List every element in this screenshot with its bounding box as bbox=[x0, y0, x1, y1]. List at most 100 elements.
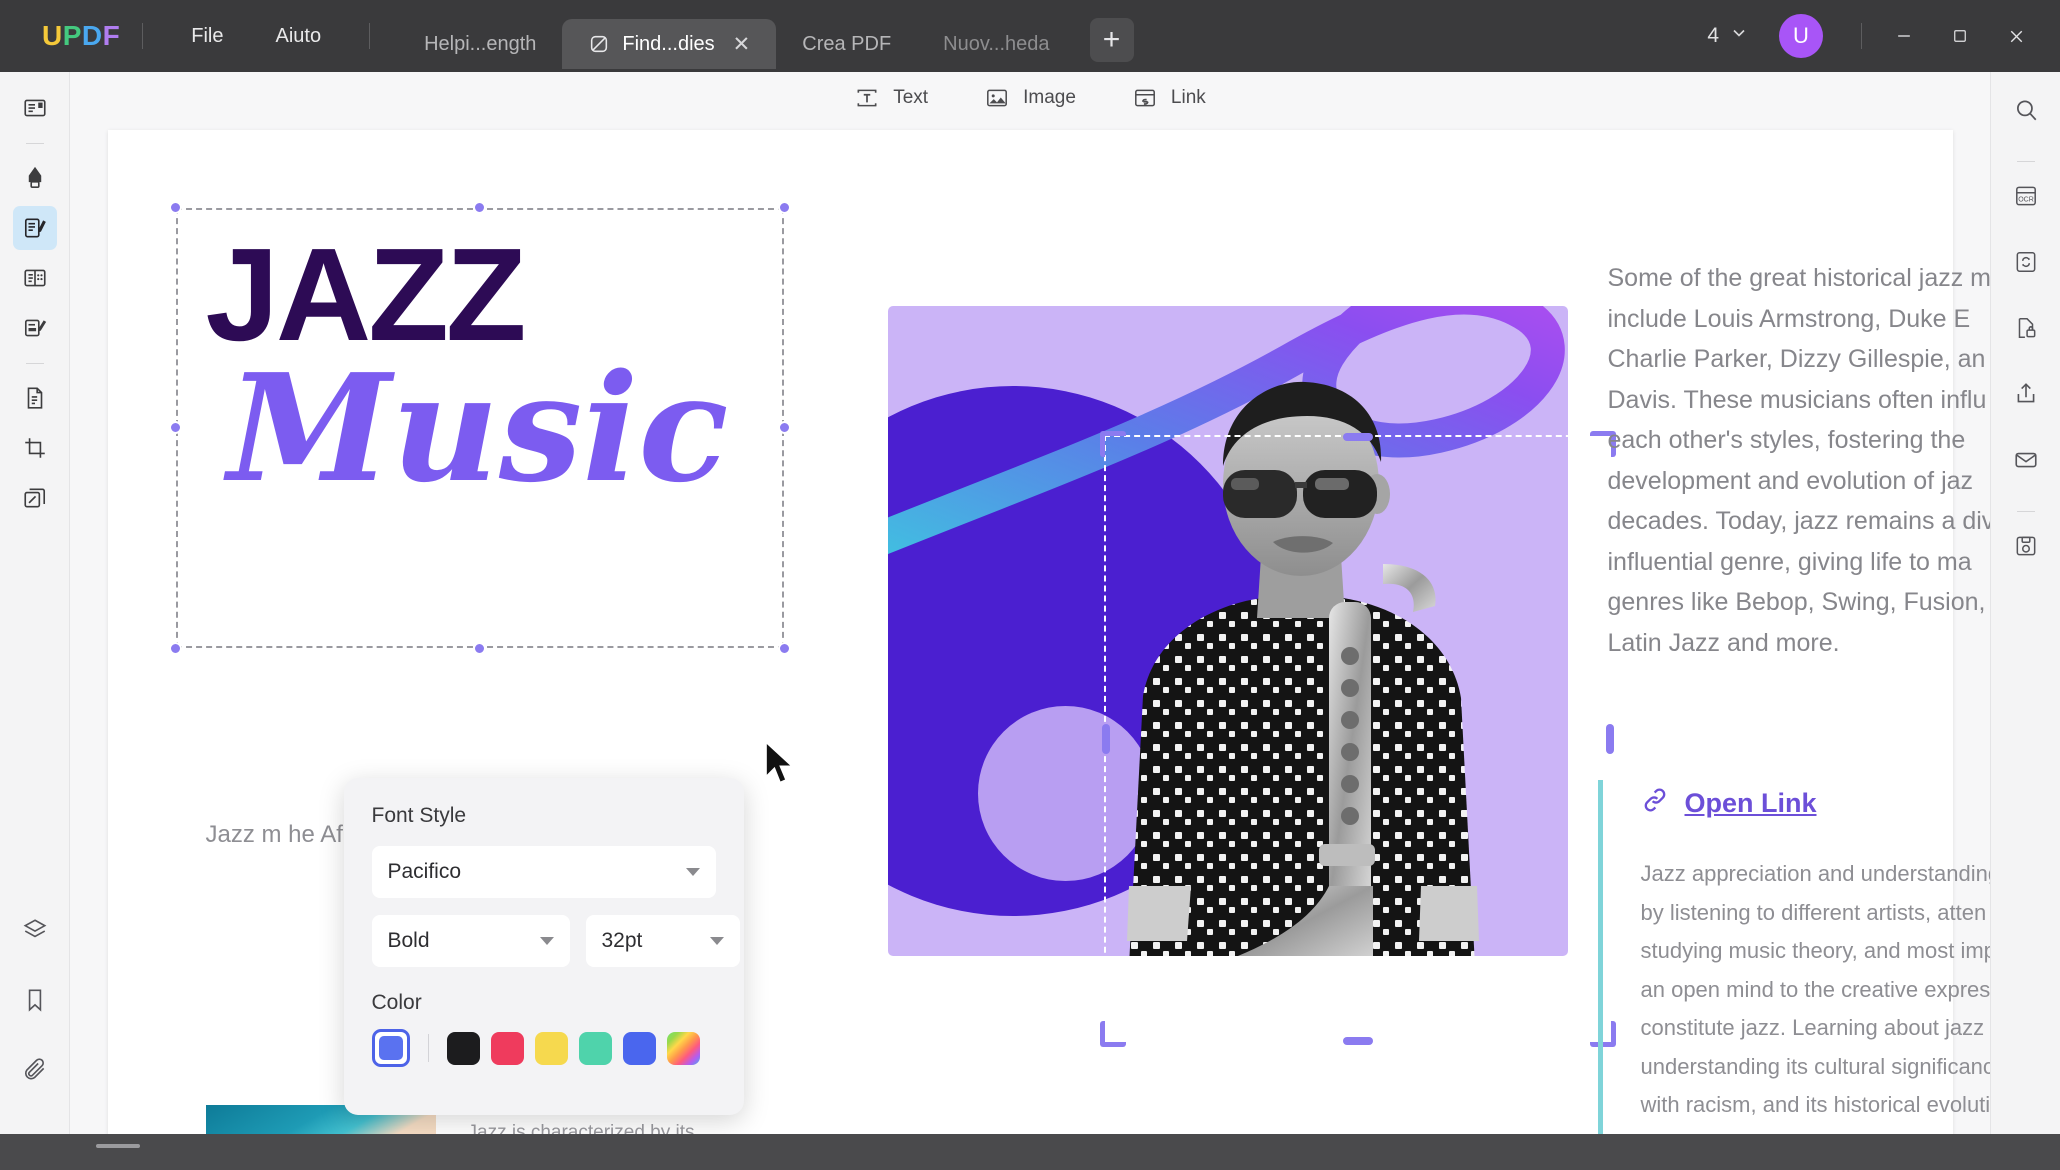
logo-letter-p: P bbox=[62, 20, 82, 51]
body-paragraph-right-2: Jazz appreciation and understanding by l… bbox=[1640, 861, 1991, 1134]
sidebar-item-highlighter[interactable] bbox=[13, 156, 57, 200]
close-button[interactable] bbox=[1988, 8, 2044, 64]
body-paragraph-right: Some of the great historical jazz m incl… bbox=[1607, 264, 1991, 657]
sidebar-item-crop-page[interactable] bbox=[13, 426, 57, 470]
resize-handle-bottom[interactable] bbox=[1342, 1037, 1373, 1045]
tool-text-label: Text bbox=[893, 87, 929, 108]
document-area: Text Image Link JAZZ Music Jazz m he Jaz… bbox=[70, 72, 1990, 1134]
text-handle-top-right[interactable] bbox=[777, 201, 791, 214]
ocr-button[interactable]: OCR bbox=[2004, 174, 2048, 218]
color-swatch-red[interactable] bbox=[490, 1031, 524, 1065]
tab-nuova-scheda[interactable]: Nuov...heda bbox=[917, 19, 1075, 69]
main-body: Text Image Link JAZZ Music Jazz m he Jaz… bbox=[0, 72, 2060, 1134]
current-color-swatch[interactable] bbox=[371, 1029, 410, 1067]
rail-divider-1 bbox=[25, 143, 44, 144]
search-button[interactable] bbox=[2004, 88, 2048, 132]
minimize-button[interactable] bbox=[1876, 8, 1932, 64]
user-avatar[interactable]: U bbox=[1779, 14, 1823, 58]
sidebar-item-page-edit[interactable] bbox=[13, 376, 57, 420]
open-link-label: Open Link bbox=[1684, 788, 1817, 818]
font-style-popup[interactable]: Font Style Pacifico Bold 32pt Color bbox=[343, 778, 744, 1115]
font-family-value: Pacifico bbox=[387, 860, 462, 883]
tab-crea-pdf[interactable]: Crea PDF bbox=[776, 19, 917, 69]
text-handle-top[interactable] bbox=[472, 201, 486, 214]
color-heading: Color bbox=[371, 991, 422, 1014]
tool-link[interactable]: Link bbox=[1132, 85, 1206, 111]
tab-helping-length[interactable]: Helpi...ength bbox=[398, 19, 562, 69]
share-button[interactable] bbox=[2004, 372, 2048, 416]
avatar-initial: U bbox=[1793, 23, 1809, 48]
title-bar: U P D F File Aiuto Helpi...ength Find...… bbox=[0, 0, 2060, 72]
logo-letter-u: U bbox=[42, 20, 63, 51]
tab-label: Nuov...heda bbox=[943, 32, 1050, 55]
convert-pdf-button[interactable] bbox=[2004, 240, 2048, 284]
text-handle-right[interactable] bbox=[777, 421, 791, 434]
font-size-value: 32pt bbox=[601, 929, 643, 952]
color-swatch-blue[interactable] bbox=[622, 1031, 656, 1065]
right-toolbar: OCR bbox=[1990, 72, 2060, 1134]
link-chain-icon bbox=[1641, 786, 1669, 821]
maximize-button[interactable] bbox=[1932, 8, 1988, 64]
bottom-left-caption: Jazz is characterized by its complex and… bbox=[467, 1122, 695, 1134]
save-button[interactable] bbox=[2004, 524, 2048, 568]
resize-handle-bottom-left[interactable] bbox=[1099, 1021, 1126, 1047]
tool-text[interactable]: Text bbox=[854, 85, 928, 111]
resize-handle-right[interactable] bbox=[1605, 724, 1614, 754]
tool-image[interactable]: Image bbox=[984, 85, 1076, 111]
text-handle-bottom-left[interactable] bbox=[168, 642, 182, 655]
chevron-down-icon bbox=[1729, 23, 1749, 49]
tab-label: Find...dies bbox=[622, 32, 715, 55]
sidebar-item-fill-and-sign[interactable] bbox=[13, 306, 57, 350]
text-handle-bottom-right[interactable] bbox=[777, 642, 791, 655]
window-resize-handle[interactable] bbox=[96, 1144, 140, 1148]
chevron-down-icon bbox=[685, 868, 700, 876]
window-bottom-strip bbox=[0, 1134, 2060, 1170]
text-handle-bottom[interactable] bbox=[472, 642, 486, 655]
sidebar-item-layers[interactable] bbox=[13, 908, 57, 952]
canvas-viewport[interactable]: JAZZ Music Jazz m he Jazz is characteriz… bbox=[70, 124, 1990, 1134]
mouse-cursor bbox=[764, 740, 795, 785]
rail-divider-2 bbox=[25, 363, 44, 364]
text-handle-top-left[interactable] bbox=[168, 201, 182, 214]
tab-close-icon[interactable]: ✕ bbox=[733, 34, 751, 55]
tab-label: Helpi...ength bbox=[424, 32, 537, 55]
pdf-file-icon bbox=[588, 33, 610, 55]
menu-aiuto[interactable]: Aiuto bbox=[250, 17, 348, 56]
svg-text:OCR: OCR bbox=[2018, 196, 2034, 203]
logo-letter-f: F bbox=[102, 20, 121, 51]
sidebar-item-edit-pdf[interactable] bbox=[12, 206, 57, 250]
sidebar-item-batch[interactable] bbox=[13, 476, 57, 520]
email-button[interactable] bbox=[2004, 438, 2048, 482]
tab-strip: Helpi...ength Find...dies ✕ Crea PDF Nuo… bbox=[398, 0, 1134, 72]
updf-logo[interactable]: U P D F bbox=[42, 20, 120, 52]
font-style-heading: Font Style bbox=[371, 804, 467, 827]
text-selection-box[interactable]: JAZZ Music bbox=[168, 201, 791, 655]
right-rail-divider-2 bbox=[2016, 511, 2035, 512]
left-toolbar bbox=[0, 72, 70, 1134]
sidebar-item-organize-pages[interactable] bbox=[13, 256, 57, 300]
color-swatch-yellow[interactable] bbox=[534, 1031, 568, 1065]
tab-find-dies[interactable]: Find...dies ✕ bbox=[562, 19, 777, 69]
sidebar-item-attachment[interactable] bbox=[13, 1048, 57, 1092]
jazz-title-block[interactable]: JAZZ Music bbox=[206, 225, 766, 501]
menu-file[interactable]: File bbox=[165, 17, 249, 56]
sidebar-item-reader-view[interactable] bbox=[13, 86, 57, 130]
page-count-dropdown[interactable]: 4 bbox=[1689, 23, 1767, 49]
app-window: U P D F File Aiuto Helpi...ength Find...… bbox=[0, 0, 2060, 1170]
font-family-select[interactable]: Pacifico bbox=[371, 846, 716, 898]
font-size-select[interactable]: 32pt bbox=[585, 915, 740, 967]
font-weight-select[interactable]: Bold bbox=[371, 915, 570, 967]
font-style-row: Bold 32pt bbox=[371, 915, 740, 967]
pdf-page[interactable]: JAZZ Music Jazz m he Jazz is characteriz… bbox=[107, 130, 1990, 1134]
text-handle-left[interactable] bbox=[168, 421, 182, 434]
sidebar-item-bookmark[interactable] bbox=[13, 978, 57, 1022]
color-swatch-custom[interactable] bbox=[666, 1031, 700, 1065]
tool-image-label: Image bbox=[1023, 87, 1076, 108]
open-link-button[interactable]: Open Link bbox=[1641, 786, 1991, 821]
add-tab-button[interactable]: + bbox=[1089, 18, 1134, 62]
hero-illustration[interactable] bbox=[887, 306, 1568, 956]
protect-pdf-button[interactable] bbox=[2004, 306, 2048, 350]
color-swatch-black[interactable] bbox=[446, 1031, 480, 1065]
color-swatch-teal[interactable] bbox=[578, 1031, 612, 1065]
open-link-block: Open Link Jazz appreciation and understa… bbox=[1597, 780, 1991, 1134]
